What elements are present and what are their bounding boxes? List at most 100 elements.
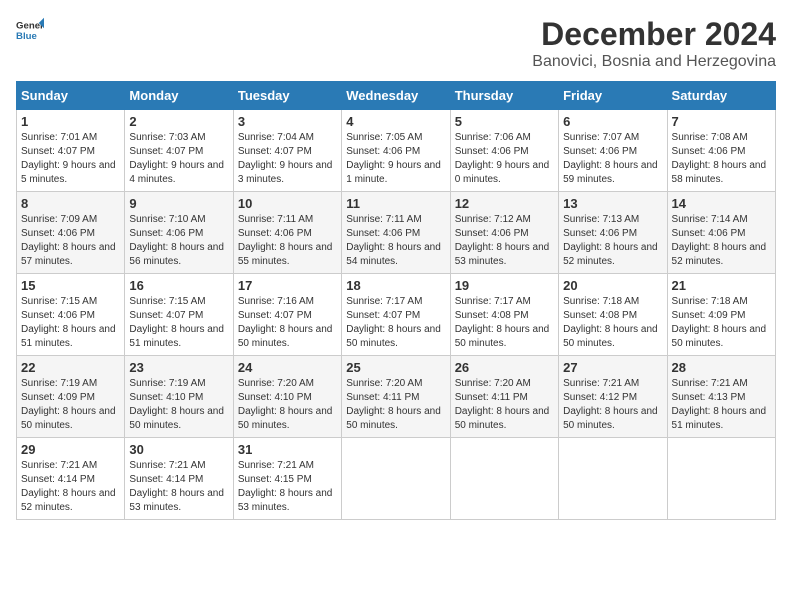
day-number: 26: [455, 360, 554, 375]
svg-text:Blue: Blue: [16, 31, 37, 42]
location-title: Banovici, Bosnia and Herzegovina: [532, 53, 776, 71]
cell-info: Sunrise: 7:07 AMSunset: 4:06 PMDaylight:…: [563, 131, 662, 187]
week-row-5: 29 Sunrise: 7:21 AMSunset: 4:14 PMDayligh…: [17, 438, 776, 520]
calendar-cell: 7Sunrise: 7:08 AMSunset: 4:06 PMDaylight…: [667, 110, 775, 192]
calendar-cell: 23 Sunrise: 7:19 AMSunset: 4:10 PMDayligh…: [125, 356, 233, 438]
cell-info: Sunrise: 7:18 AMSunset: 4:09 PMDaylight:…: [672, 295, 771, 351]
cell-info: Sunrise: 7:21 AMSunset: 4:15 PMDaylight:…: [238, 459, 337, 515]
calendar-cell: 5 Sunrise: 7:06 AMSunset: 4:06 PMDaylight…: [450, 110, 558, 192]
calendar-cell: [342, 438, 450, 520]
cell-info: Sunrise: 7:11 AMSunset: 4:06 PMDaylight:…: [238, 213, 337, 269]
svg-text:General: General: [16, 20, 44, 31]
cell-info: Sunrise: 7:19 AMSunset: 4:09 PMDaylight:…: [21, 377, 120, 433]
header-day-wednesday: Wednesday: [342, 82, 450, 110]
calendar-cell: 14 Sunrise: 7:14 AMSunset: 4:06 PMDayligh…: [667, 192, 775, 274]
cell-info: Sunrise: 7:20 AMSunset: 4:11 PMDaylight:…: [455, 377, 554, 433]
day-number: 21: [672, 278, 771, 293]
calendar-cell: 15 Sunrise: 7:15 AMSunset: 4:06 PMDayligh…: [17, 274, 125, 356]
header-day-sunday: Sunday: [17, 82, 125, 110]
cell-info: Sunrise: 7:18 AMSunset: 4:08 PMDaylight:…: [563, 295, 662, 351]
cell-info: Sunrise: 7:19 AMSunset: 4:10 PMDaylight:…: [129, 377, 228, 433]
calendar-cell: 25 Sunrise: 7:20 AMSunset: 4:11 PMDayligh…: [342, 356, 450, 438]
day-number: 27: [563, 360, 662, 375]
calendar-cell: 1 Sunrise: 7:01 AMSunset: 4:07 PMDaylight…: [17, 110, 125, 192]
calendar-cell: 21 Sunrise: 7:18 AMSunset: 4:09 PMDayligh…: [667, 274, 775, 356]
calendar-cell: 4Sunrise: 7:05 AMSunset: 4:06 PMDaylight…: [342, 110, 450, 192]
day-number: 28: [672, 360, 771, 375]
day-number: 17: [238, 278, 337, 293]
calendar-cell: 9Sunrise: 7:10 AMSunset: 4:06 PMDaylight…: [125, 192, 233, 274]
cell-info: Sunrise: 7:20 AMSunset: 4:11 PMDaylight:…: [346, 377, 445, 433]
day-number: 29: [21, 442, 120, 457]
day-number: 12: [455, 196, 554, 211]
cell-info: Sunrise: 7:11 AMSunset: 4:06 PMDaylight:…: [346, 213, 445, 269]
day-number: 23: [129, 360, 228, 375]
day-number: 30: [129, 442, 228, 457]
day-number: 16: [129, 278, 228, 293]
day-number: 15: [21, 278, 120, 293]
cell-info: Sunrise: 7:01 AMSunset: 4:07 PMDaylight:…: [21, 131, 120, 187]
cell-info: Sunrise: 7:09 AMSunset: 4:06 PMDaylight:…: [21, 213, 120, 269]
calendar-cell: 8 Sunrise: 7:09 AMSunset: 4:06 PMDaylight…: [17, 192, 125, 274]
header-day-saturday: Saturday: [667, 82, 775, 110]
day-number: 25: [346, 360, 445, 375]
day-number: 13: [563, 196, 662, 211]
header-day-monday: Monday: [125, 82, 233, 110]
week-row-1: 1 Sunrise: 7:01 AMSunset: 4:07 PMDaylight…: [17, 110, 776, 192]
cell-info: Sunrise: 7:12 AMSunset: 4:06 PMDaylight:…: [455, 213, 554, 269]
cell-info: Sunrise: 7:06 AMSunset: 4:06 PMDaylight:…: [455, 131, 554, 187]
day-number: 22: [21, 360, 120, 375]
header: General Blue December 2024 Banovici, Bos…: [16, 16, 776, 71]
calendar-cell: 2 Sunrise: 7:03 AMSunset: 4:07 PMDaylight…: [125, 110, 233, 192]
cell-info: Sunrise: 7:14 AMSunset: 4:06 PMDaylight:…: [672, 213, 771, 269]
calendar-cell: 12 Sunrise: 7:12 AMSunset: 4:06 PMDayligh…: [450, 192, 558, 274]
cell-info: Sunrise: 7:17 AMSunset: 4:08 PMDaylight:…: [455, 295, 554, 351]
logo-icon: General Blue: [16, 16, 44, 44]
calendar-cell: 10 Sunrise: 7:11 AMSunset: 4:06 PMDayligh…: [233, 192, 341, 274]
day-number: 5: [455, 114, 554, 129]
day-number: 14: [672, 196, 771, 211]
day-number: 31: [238, 442, 337, 457]
header-row: SundayMondayTuesdayWednesdayThursdayFrid…: [17, 82, 776, 110]
day-number: 18: [346, 278, 445, 293]
day-number: 10: [238, 196, 337, 211]
calendar-cell: 16 Sunrise: 7:15 AMSunset: 4:07 PMDayligh…: [125, 274, 233, 356]
day-number: 24: [238, 360, 337, 375]
cell-info: Sunrise: 7:21 AMSunset: 4:14 PMDaylight:…: [21, 459, 120, 515]
cell-info: Sunrise: 7:20 AMSunset: 4:10 PMDaylight:…: [238, 377, 337, 433]
title-area: December 2024 Banovici, Bosnia and Herze…: [532, 16, 776, 71]
day-number: 1: [21, 114, 120, 129]
day-number: 2: [129, 114, 228, 129]
header-day-tuesday: Tuesday: [233, 82, 341, 110]
calendar-cell: 19 Sunrise: 7:17 AMSunset: 4:08 PMDayligh…: [450, 274, 558, 356]
cell-info: Sunrise: 7:15 AMSunset: 4:07 PMDaylight:…: [129, 295, 228, 351]
calendar-cell: 18Sunrise: 7:17 AMSunset: 4:07 PMDayligh…: [342, 274, 450, 356]
day-number: 4: [346, 114, 445, 129]
cell-info: Sunrise: 7:15 AMSunset: 4:06 PMDaylight:…: [21, 295, 120, 351]
calendar-cell: [450, 438, 558, 520]
calendar-cell: 29 Sunrise: 7:21 AMSunset: 4:14 PMDayligh…: [17, 438, 125, 520]
header-day-friday: Friday: [559, 82, 667, 110]
calendar-cell: 3 Sunrise: 7:04 AMSunset: 4:07 PMDaylight…: [233, 110, 341, 192]
calendar-cell: [667, 438, 775, 520]
cell-info: Sunrise: 7:03 AMSunset: 4:07 PMDaylight:…: [129, 131, 228, 187]
calendar-cell: 27Sunrise: 7:21 AMSunset: 4:12 PMDayligh…: [559, 356, 667, 438]
cell-info: Sunrise: 7:21 AMSunset: 4:13 PMDaylight:…: [672, 377, 771, 433]
cell-info: Sunrise: 7:13 AMSunset: 4:06 PMDaylight:…: [563, 213, 662, 269]
calendar-table: SundayMondayTuesdayWednesdayThursdayFrid…: [16, 81, 776, 520]
logo: General Blue: [16, 16, 44, 44]
calendar-cell: [559, 438, 667, 520]
day-number: 7: [672, 114, 771, 129]
day-number: 19: [455, 278, 554, 293]
calendar-cell: 6 Sunrise: 7:07 AMSunset: 4:06 PMDaylight…: [559, 110, 667, 192]
calendar-cell: 24 Sunrise: 7:20 AMSunset: 4:10 PMDayligh…: [233, 356, 341, 438]
calendar-cell: 20Sunrise: 7:18 AMSunset: 4:08 PMDayligh…: [559, 274, 667, 356]
week-row-4: 22 Sunrise: 7:19 AMSunset: 4:09 PMDayligh…: [17, 356, 776, 438]
cell-info: Sunrise: 7:04 AMSunset: 4:07 PMDaylight:…: [238, 131, 337, 187]
calendar-cell: 17Sunrise: 7:16 AMSunset: 4:07 PMDayligh…: [233, 274, 341, 356]
day-number: 8: [21, 196, 120, 211]
calendar-cell: 30Sunrise: 7:21 AMSunset: 4:14 PMDayligh…: [125, 438, 233, 520]
day-number: 9: [129, 196, 228, 211]
day-number: 3: [238, 114, 337, 129]
day-number: 6: [563, 114, 662, 129]
